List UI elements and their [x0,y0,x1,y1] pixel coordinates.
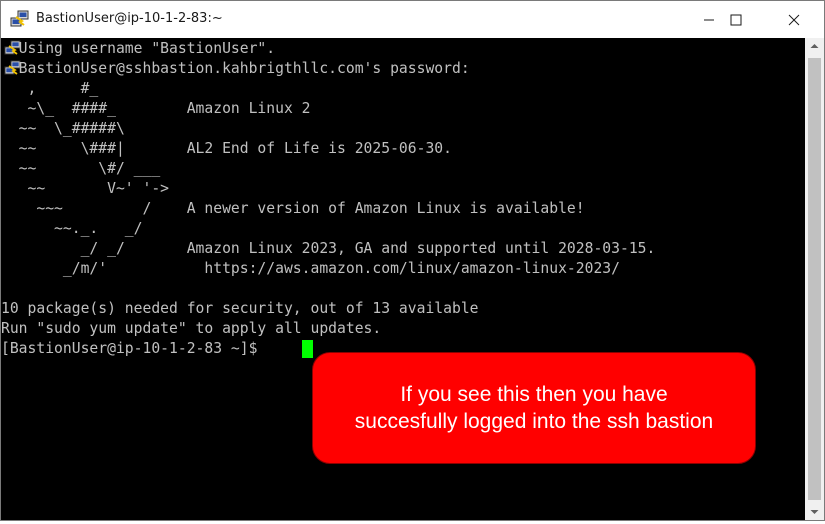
callout-text-line2: succesfully logged into the ssh bastion [354,410,714,433]
chevron-up-icon [805,40,824,59]
maximize-icon [730,14,742,26]
terminal-line: _/m/' https://aws.amazon.com/linux/amazo… [1,260,620,277]
putty-icon[interactable] [10,9,30,29]
title-bar[interactable]: BastionUser@ip-10-1-2-83:~ [1,1,824,38]
terminal-line: Run "sudo yum update" to apply all updat… [1,320,382,337]
terminal-line: ~\_ ####_ Amazon Linux 2 [1,100,311,117]
terminal-line: ~~._. _/ [1,220,143,237]
close-icon [788,14,800,26]
terminal-line: BastionUser@sshbastion.kahbrigthllc.com'… [1,60,470,77]
callout-text-line1: If you see this then you have [400,383,668,406]
terminal-line: Using username "BastionUser". [1,40,276,57]
maximize-button[interactable] [713,1,759,38]
terminal-line: , #_ [1,80,99,97]
terminal-line: ~~ \###| AL2 End of Life is 2025-06-30. [1,140,452,157]
shell-prompt: [BastionUser@ip-10-1-2-83 ~]$ [1,340,267,357]
terminal-line: ~~ \_#####\ [1,120,125,137]
terminal-line: ~~ V~' '-> [1,180,170,197]
window-title: BastionUser@ip-10-1-2-83:~ [36,11,223,26]
scrollbar-thumb[interactable] [808,58,821,500]
chevron-down-icon [805,505,824,524]
terminal-line: _/ _/ Amazon Linux 2023, GA and supporte… [1,240,656,257]
terminal-line: ~~ \#/ ___ [1,160,161,177]
annotation-callout: If you see this then you have succesfull… [312,352,756,464]
scroll-down-button[interactable] [805,503,824,520]
close-button[interactable] [771,1,817,38]
terminal-line: ~~~ / A newer version of Amazon Linux is… [1,200,585,217]
vertical-scrollbar[interactable] [805,38,824,520]
terminal-line: 10 package(s) needed for security, out o… [1,300,479,317]
scroll-up-button[interactable] [805,38,824,55]
putty-window: BastionUser@ip-10-1-2-83:~ Using usernam… [0,0,825,521]
terminal-cursor [302,340,313,358]
